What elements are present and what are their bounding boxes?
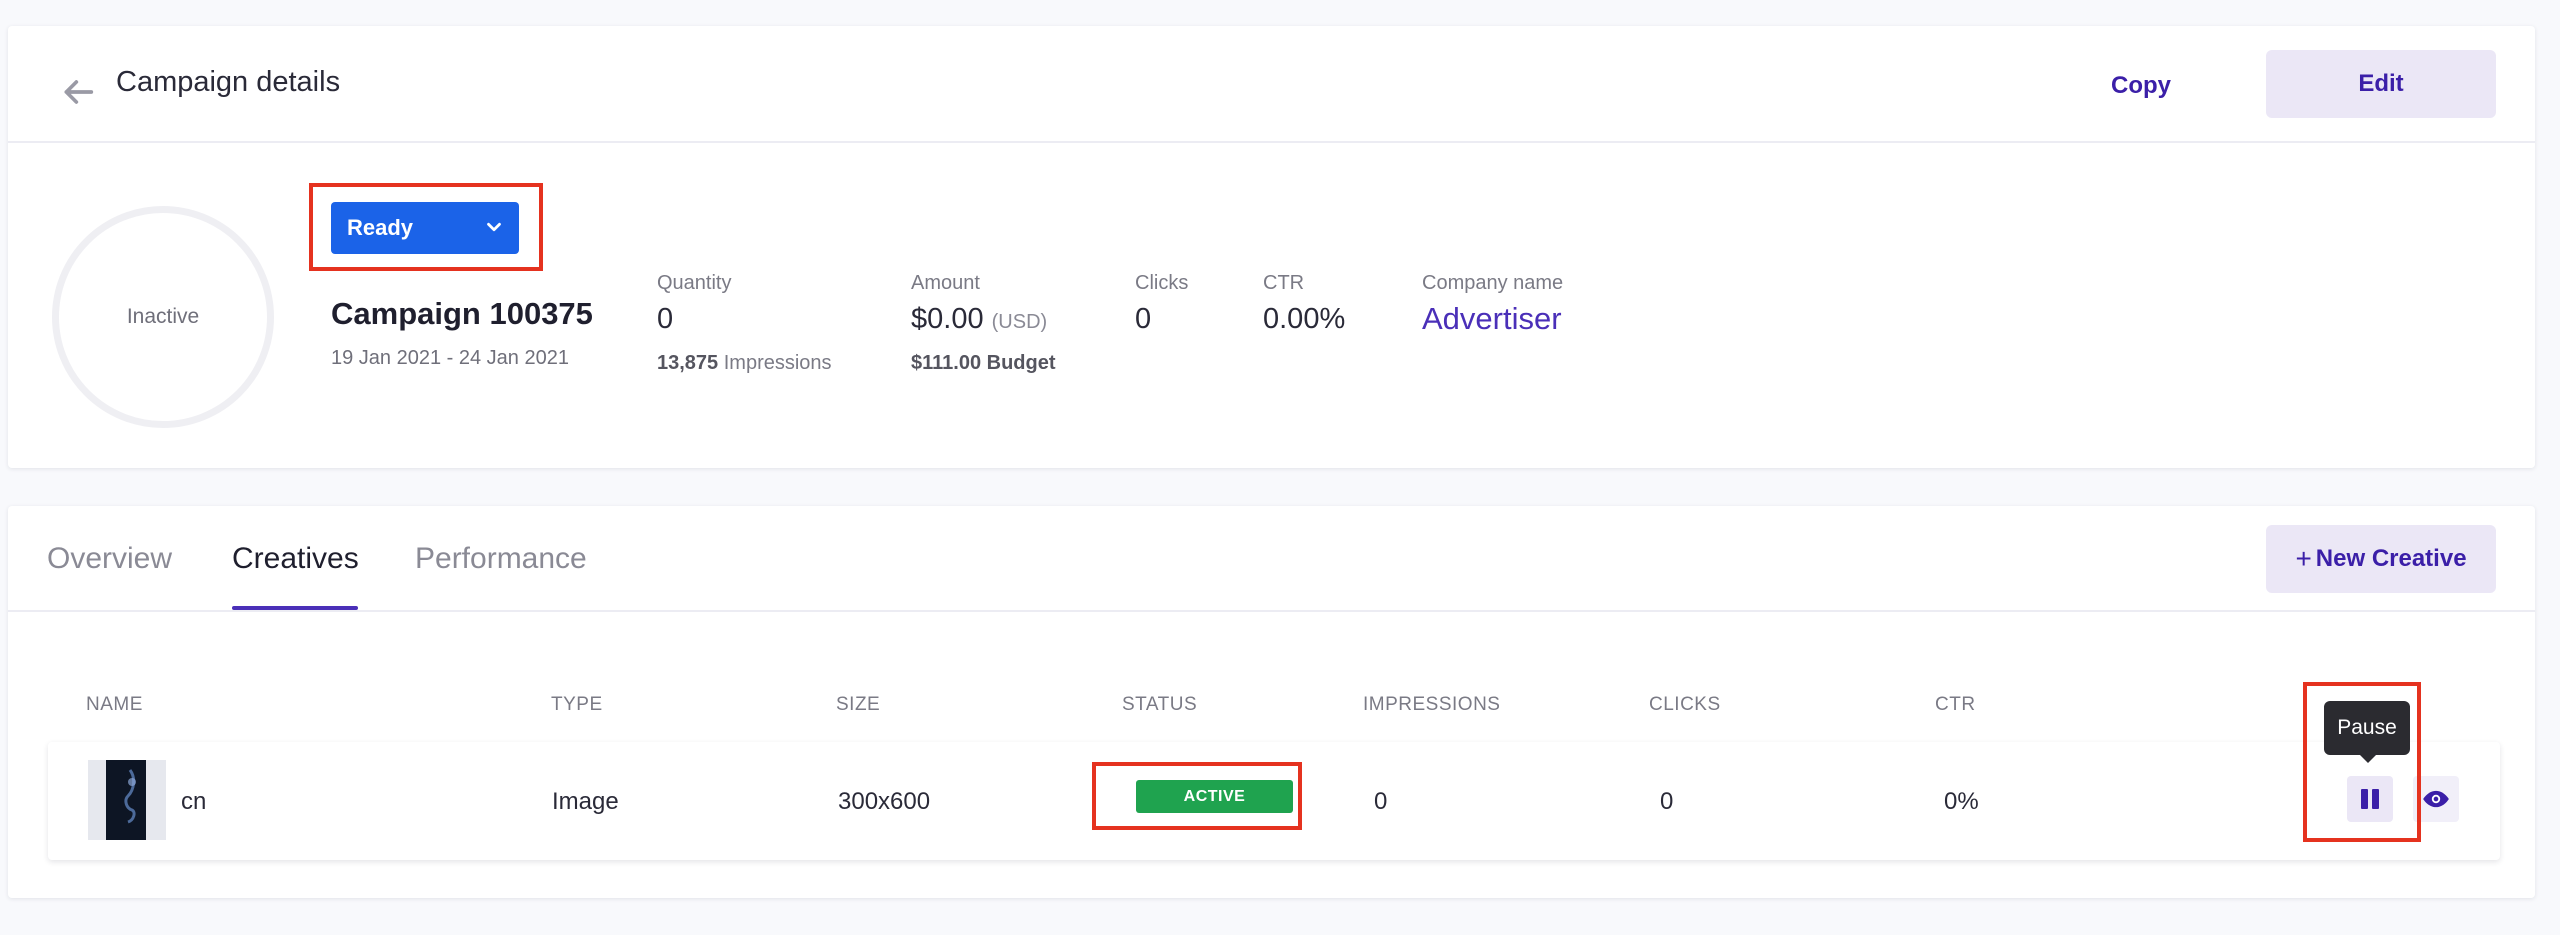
edit-button[interactable]: Edit (2266, 50, 2496, 118)
creative-clicks: 0 (1660, 788, 1674, 815)
creative-thumbnail (88, 760, 166, 840)
status-ring: Inactive (52, 206, 274, 428)
creative-impressions: 0 (1374, 788, 1388, 815)
company-name-link[interactable]: Advertiser (1422, 301, 1562, 337)
new-creative-label: New Creative (2315, 545, 2467, 572)
budget-value: $111.00 Budget (911, 352, 1056, 374)
amount-unit: (USD) (991, 311, 1048, 333)
creatives-card: Overview Creatives Performance + New Cre… (8, 506, 2535, 898)
creative-name: cn (181, 788, 207, 815)
highlight-box-status-select (309, 183, 543, 271)
creative-thumbnail-image (106, 760, 146, 840)
creative-ctr: 0% (1944, 788, 1979, 815)
page-header: Campaign details Copy Edit (8, 26, 2535, 143)
thumbnail-art-icon (124, 769, 136, 824)
clicks-label: Clicks (1135, 272, 1189, 294)
column-header-ctr: CTR (1935, 694, 1976, 715)
page-title: Campaign details (116, 66, 341, 98)
impressions-summary: 13,875 Impressions (657, 352, 832, 375)
clicks-value: 0 (1135, 303, 1152, 335)
quantity-value: 0 (657, 303, 674, 335)
tab-overview[interactable]: Overview (47, 542, 172, 576)
back-arrow-icon[interactable] (58, 72, 98, 112)
ctr-label: CTR (1263, 272, 1305, 294)
eye-icon (2423, 790, 2449, 808)
campaign-name: Campaign 100375 (331, 296, 593, 331)
tab-performance[interactable]: Performance (415, 542, 587, 576)
column-header-impressions: IMPRESSIONS (1363, 694, 1501, 715)
highlight-box-status-badge (1092, 762, 1302, 830)
status-ring-label: Inactive (126, 305, 200, 328)
company-name-label: Company name (1422, 272, 1564, 294)
creative-type: Image (552, 788, 619, 815)
impressions-count: 13,875 (657, 352, 719, 374)
active-tab-indicator (232, 606, 358, 610)
plus-icon: + (2295, 543, 2312, 574)
column-header-status: STATUS (1122, 694, 1198, 715)
tab-bar: Overview Creatives Performance + New Cre… (8, 506, 2535, 612)
new-creative-button[interactable]: + New Creative (2266, 525, 2496, 593)
column-header-type: TYPE (551, 694, 603, 715)
amount-label: Amount (911, 272, 980, 294)
creative-size: 300x600 (838, 788, 931, 815)
impressions-label: Impressions (723, 352, 832, 374)
amount-value-group: $0.00 (USD) (911, 303, 1047, 336)
campaign-date-range: 19 Jan 2021 - 24 Jan 2021 (331, 347, 569, 369)
amount-value: $0.00 (911, 303, 984, 335)
highlight-box-pause-button (2303, 682, 2421, 842)
copy-button[interactable]: Copy (2066, 52, 2216, 120)
quantity-label: Quantity (657, 272, 732, 294)
ctr-value: 0.00% (1263, 303, 1346, 335)
column-header-name: NAME (86, 694, 143, 715)
tab-creatives[interactable]: Creatives (232, 542, 359, 576)
column-header-clicks: CLICKS (1649, 694, 1721, 715)
column-header-size: SIZE (836, 694, 881, 715)
